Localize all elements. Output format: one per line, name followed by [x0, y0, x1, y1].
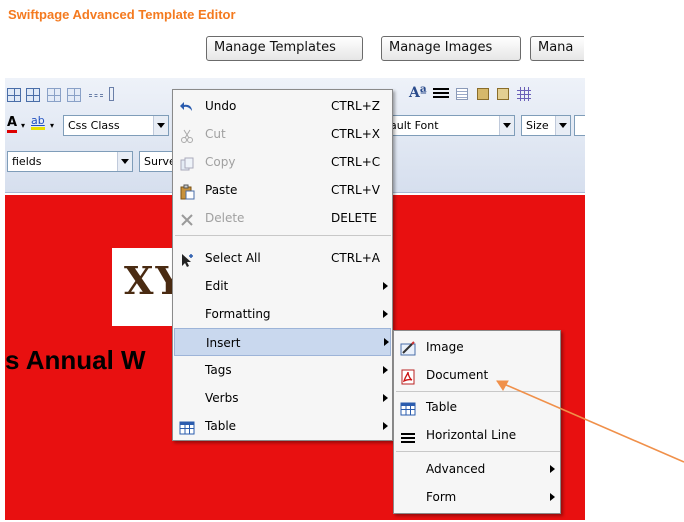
annotation-arrow: [496, 380, 684, 463]
